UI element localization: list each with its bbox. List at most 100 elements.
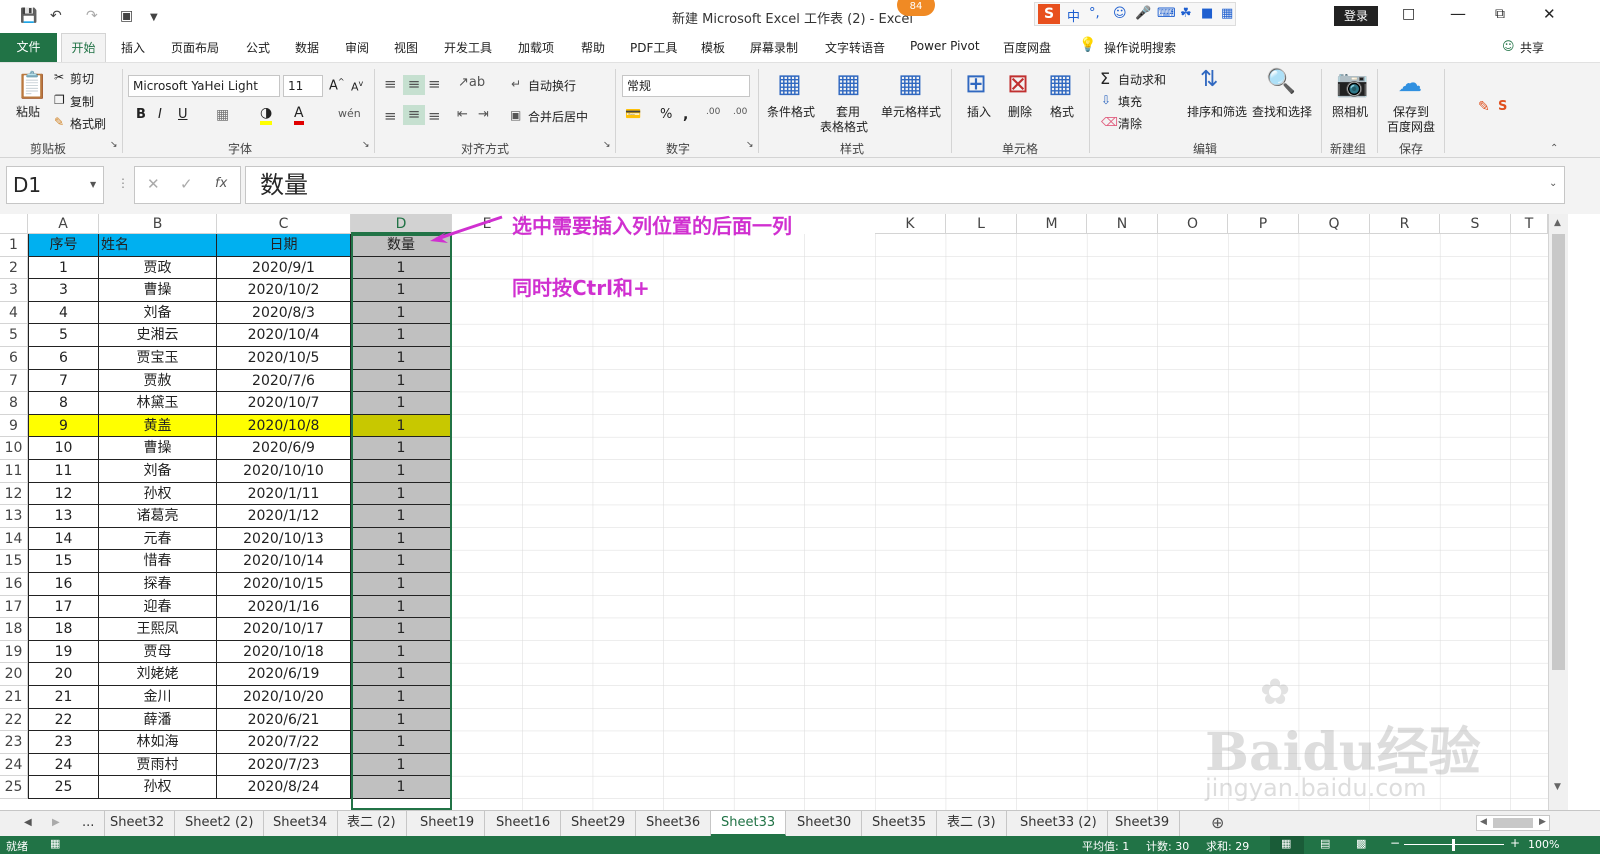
table-cell[interactable]: 1 xyxy=(351,754,452,776)
table-cell[interactable]: 2020/7/22 xyxy=(217,731,351,754)
table-cell[interactable]: 2020/10/10 xyxy=(217,460,351,483)
alignment-launcher-icon[interactable]: ↘ xyxy=(603,140,611,150)
tab-template[interactable]: 模板 xyxy=(701,39,725,56)
row-header[interactable]: 22 xyxy=(0,709,28,731)
number-format-select[interactable]: 常规 xyxy=(622,75,750,97)
sheet-tab[interactable]: Sheet35 xyxy=(862,811,938,836)
table-cell[interactable]: 2020/10/18 xyxy=(217,641,351,663)
clipboard-launcher-icon[interactable]: ↘ xyxy=(110,140,118,150)
table-cell[interactable]: 刘备 xyxy=(99,302,217,324)
row-header[interactable]: 7 xyxy=(0,370,28,392)
autosum-icon[interactable]: Σ xyxy=(1100,69,1110,88)
camera-icon[interactable]: 📷 xyxy=(1336,69,1368,99)
save-to-button-line2[interactable]: 百度网盘 xyxy=(1387,118,1435,135)
shrink-font-icon[interactable]: Av xyxy=(351,79,363,94)
font-color-icon[interactable]: A xyxy=(294,105,304,125)
autosum-button[interactable]: 自动求和 xyxy=(1118,71,1166,88)
align-top-icon[interactable]: ≡ xyxy=(384,75,397,93)
paste-icon[interactable]: 📋 xyxy=(16,71,48,101)
table-cell[interactable]: 1 xyxy=(351,528,452,550)
sheet-tab[interactable]: Sheet33 (2) xyxy=(1010,811,1108,836)
sheet-tab[interactable]: Sheet19 xyxy=(410,811,486,836)
table-cell[interactable]: 2020/1/11 xyxy=(217,483,351,505)
tab-insert[interactable]: 插入 xyxy=(121,39,145,56)
table-cell[interactable]: 贾赦 xyxy=(99,370,217,392)
table-cell[interactable]: 1 xyxy=(351,460,452,483)
row-header[interactable]: 9 xyxy=(0,415,28,437)
row-header[interactable]: 12 xyxy=(0,483,28,505)
table-cell[interactable]: 2020/10/17 xyxy=(217,618,351,641)
table-cell[interactable]: 曹操 xyxy=(99,279,217,302)
table-cell[interactable]: 2020/8/3 xyxy=(217,302,351,324)
table-cell[interactable]: 1 xyxy=(351,505,452,528)
column-header-A[interactable]: A xyxy=(28,214,99,234)
table-cell[interactable]: 林黛玉 xyxy=(99,392,217,415)
table-cell[interactable]: 薛潘 xyxy=(99,709,217,731)
undo-icon[interactable]: ↶ xyxy=(50,8,62,24)
row-header[interactable]: 18 xyxy=(0,618,28,641)
table-cell[interactable]: 元春 xyxy=(99,528,217,550)
table-cell[interactable]: 1 xyxy=(351,618,452,641)
table-cell[interactable]: 2020/6/19 xyxy=(217,663,351,686)
format-cells-icon[interactable]: ▦ xyxy=(1048,69,1073,99)
format-painter-icon[interactable]: ✎ xyxy=(54,115,64,129)
table-cell[interactable]: 24 xyxy=(28,754,99,776)
table-cell[interactable]: 1 xyxy=(351,415,452,437)
phonetic-icon[interactable]: wén xyxy=(338,107,361,120)
table-cell[interactable]: 4 xyxy=(28,302,99,324)
insert-cells-icon[interactable]: ⊞ xyxy=(965,69,987,99)
select-all-corner[interactable] xyxy=(0,214,28,234)
zoom-out-icon[interactable]: − xyxy=(1390,836,1400,850)
table-cell[interactable]: 1 xyxy=(351,776,452,799)
column-header-Q[interactable]: Q xyxy=(1299,214,1370,234)
align-middle-icon[interactable]: ≡ xyxy=(403,75,425,95)
find-select-icon[interactable]: 🔍 xyxy=(1266,67,1296,95)
table-cell[interactable]: 22 xyxy=(28,709,99,731)
align-right-icon[interactable]: ≡ xyxy=(428,107,441,125)
cancel-icon[interactable]: ✕ xyxy=(147,175,160,193)
bold-icon[interactable]: B xyxy=(136,107,146,122)
table-cell[interactable]: 曹操 xyxy=(99,437,217,460)
table-cell[interactable]: 孙权 xyxy=(99,483,217,505)
percent-icon[interactable]: % xyxy=(660,107,672,122)
baidu-pan-icon[interactable]: ☁ xyxy=(1398,69,1422,97)
comma-icon[interactable]: , xyxy=(683,107,688,123)
paste-button[interactable]: 粘贴 xyxy=(16,103,40,120)
italic-icon[interactable]: I xyxy=(158,107,162,122)
table-cell[interactable]: 1 xyxy=(351,370,452,392)
row-header[interactable]: 17 xyxy=(0,596,28,618)
table-cell[interactable]: 1 xyxy=(351,392,452,415)
table-cell[interactable]: 20 xyxy=(28,663,99,686)
column-header-R[interactable]: R xyxy=(1370,214,1440,234)
sheet-tab[interactable]: Sheet36 xyxy=(636,811,712,836)
camera-button[interactable]: 照相机 xyxy=(1332,103,1368,120)
table-cell[interactable]: 9 xyxy=(28,415,99,437)
tab-home[interactable]: 开始 xyxy=(61,33,106,63)
table-cell[interactable]: 2020/10/4 xyxy=(217,324,351,347)
header-cell-b[interactable]: 姓名 xyxy=(99,234,217,257)
cell-styles-button[interactable]: 单元格样式 xyxy=(881,103,941,120)
table-cell[interactable]: 23 xyxy=(28,731,99,754)
sheet-tab[interactable]: Sheet32 xyxy=(100,811,176,836)
table-cell[interactable]: 1 xyxy=(351,437,452,460)
tab-review[interactable]: 审阅 xyxy=(345,39,369,56)
row-header[interactable]: 3 xyxy=(0,279,28,302)
wrap-text-button[interactable]: 自动换行 xyxy=(528,77,576,94)
number-launcher-icon[interactable]: ↘ xyxy=(746,140,754,150)
table-cell[interactable]: 贾母 xyxy=(99,641,217,663)
column-header-L[interactable]: L xyxy=(946,214,1017,234)
table-cell[interactable]: 金川 xyxy=(99,686,217,709)
table-cell[interactable]: 贾宝玉 xyxy=(99,347,217,370)
tab-page-layout[interactable]: 页面布局 xyxy=(171,39,219,56)
expand-formula-icon[interactable]: ⌄ xyxy=(1549,178,1557,189)
tab-data[interactable]: 数据 xyxy=(295,39,319,56)
save-icon[interactable]: 💾 xyxy=(20,8,37,24)
column-header-S[interactable]: S xyxy=(1440,214,1511,234)
sort-filter-button[interactable]: 排序和筛选 xyxy=(1187,103,1247,120)
row-header[interactable]: 6 xyxy=(0,347,28,370)
table-cell[interactable]: 2020/9/1 xyxy=(217,257,351,279)
table-cell[interactable]: 8 xyxy=(28,392,99,415)
row-header[interactable]: 1 xyxy=(0,234,28,257)
sheet-tab[interactable]: 表二 (3) xyxy=(937,811,1007,836)
table-cell[interactable]: 1 xyxy=(351,483,452,505)
